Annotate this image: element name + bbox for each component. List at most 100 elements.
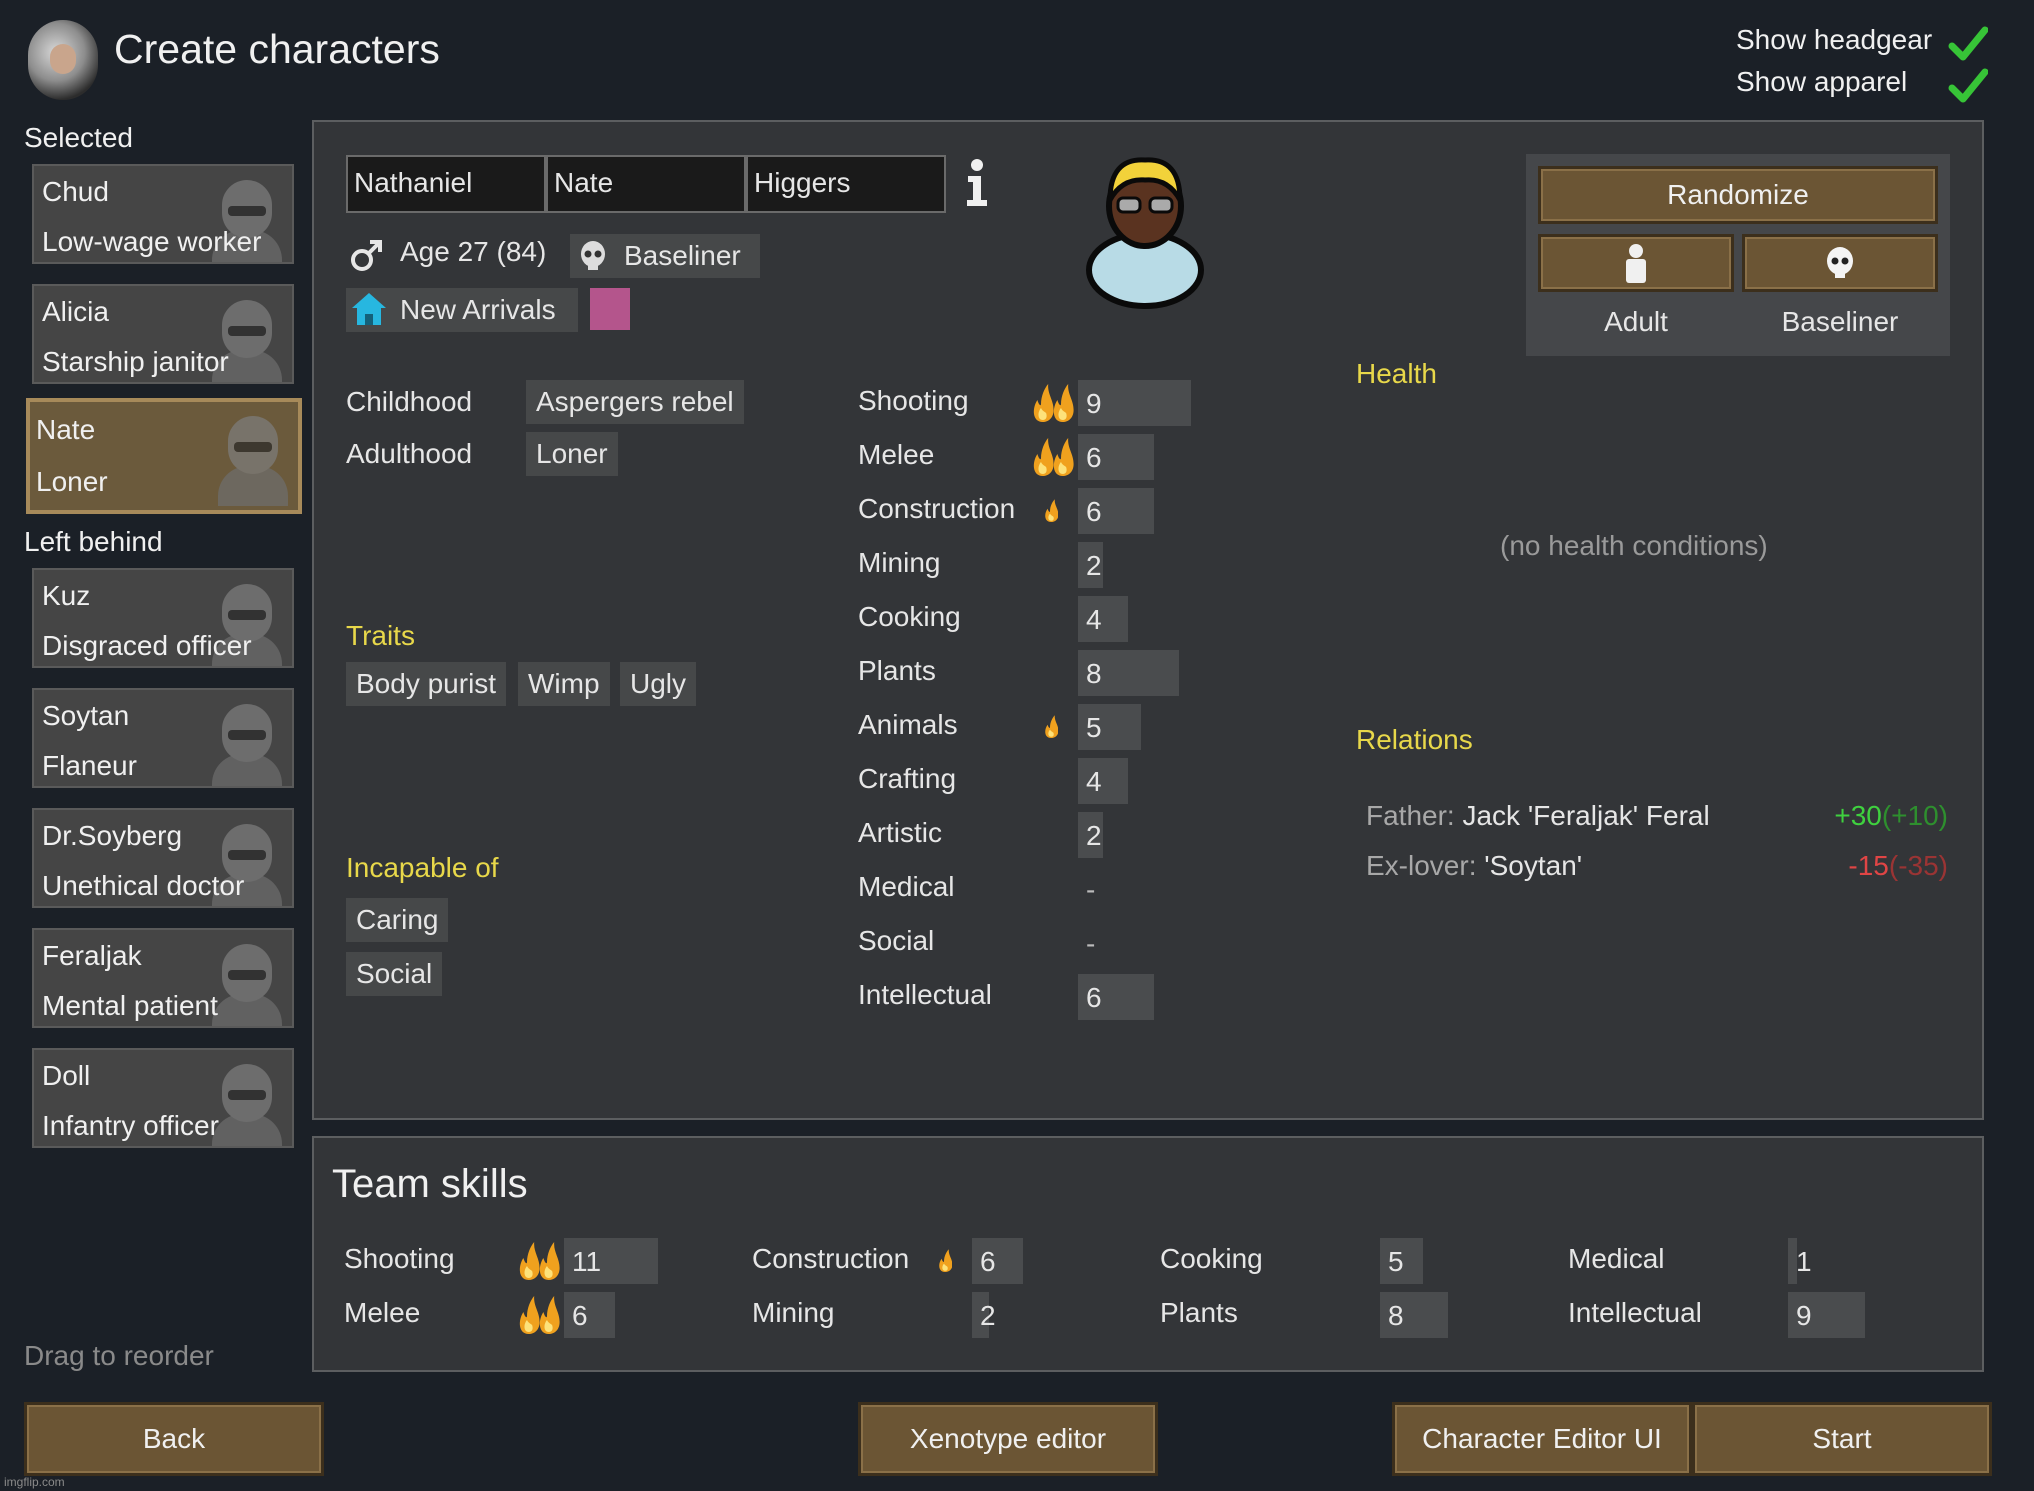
team-skill-value: 5	[1388, 1246, 1404, 1277]
pawn-name: Nate	[36, 414, 96, 445]
relations-label: Relations	[1356, 724, 1473, 755]
incapable-chip: Social	[346, 952, 443, 996]
skill-name: Cooking	[858, 601, 961, 632]
minor-passion-flame-icon[interactable]	[1044, 498, 1059, 522]
development-stage-button[interactable]	[1538, 234, 1734, 292]
skill-name: Social	[858, 925, 935, 956]
team-skills-panel	[312, 1136, 1984, 1372]
back-button[interactable]: Back	[24, 1402, 324, 1476]
faction-label: New Arrivals	[400, 294, 556, 325]
pawn-card[interactable]: Soytan Flaneur	[32, 688, 294, 788]
pawn-card[interactable]: Kuz Disgraced officer	[32, 568, 294, 668]
skill-name: Artistic	[858, 817, 942, 848]
trait-chip[interactable]: Body purist	[346, 662, 507, 706]
passion-indicator[interactable]	[1044, 498, 1059, 527]
relation-row[interactable]: Ex-lover: 'Soytan'	[1366, 850, 1582, 882]
team-skill-name: Cooking	[1160, 1243, 1263, 1274]
pawn-card[interactable]: Doll Infantry officer	[32, 1048, 294, 1148]
astronaut-logo-icon	[28, 20, 98, 100]
team-skills-title: Team skills	[332, 1162, 528, 1206]
trait-chip[interactable]: Ugly	[620, 662, 697, 706]
passion-indicator[interactable]	[1032, 382, 1076, 427]
pawn-card[interactable]: Feraljak Mental patient	[32, 928, 294, 1028]
major-passion-flame-icon[interactable]	[518, 1240, 562, 1280]
pawn-card[interactable]: Chud Low-wage worker	[32, 164, 294, 264]
last-name-input[interactable]: Higgers	[746, 155, 946, 213]
first-name-input[interactable]: Nathaniel	[346, 155, 546, 213]
team-skill-name: Plants	[1160, 1297, 1238, 1328]
skill-name: Mining	[858, 547, 941, 578]
pawn-card[interactable]: Dr.Soyberg Unethical doctor	[32, 808, 294, 908]
xenotype-selector-label: Baseliner	[1781, 306, 1899, 337]
pawn-name: Alicia	[42, 296, 109, 327]
passion-indicator[interactable]	[1032, 436, 1076, 481]
age-label[interactable]: Age 27 (84)	[400, 236, 546, 268]
randomize-button[interactable]: Randomize	[1538, 166, 1938, 224]
minor-passion-flame-icon[interactable]	[938, 1248, 953, 1272]
development-stage-label: Adult	[1604, 306, 1668, 337]
passion-indicator[interactable]	[1044, 714, 1059, 743]
team-passion-indicator	[518, 1294, 562, 1339]
male-gender-icon	[351, 240, 382, 271]
pawn-name: Doll	[42, 1060, 91, 1091]
team-passion-indicator	[938, 1248, 953, 1277]
pawn-portrait	[212, 1056, 282, 1146]
pawn-role: Flaneur	[42, 750, 137, 781]
start-button[interactable]: Start	[1692, 1402, 1992, 1476]
left-behind-section-label: Left behind	[24, 526, 163, 557]
skill-name: Melee	[858, 439, 935, 470]
baseliner-skull-icon	[581, 241, 605, 270]
show-headgear-label: Show headgear	[1736, 24, 1933, 55]
pawn-card[interactable]: Nate Loner	[26, 398, 302, 514]
show-apparel-checkbox[interactable]	[1948, 66, 1988, 106]
team-skill-value: 1	[1796, 1246, 1812, 1277]
skill-name: Medical	[858, 871, 955, 902]
major-passion-flame-icon[interactable]	[518, 1294, 562, 1334]
skill-name: Plants	[858, 655, 936, 686]
skill-value: 6	[1086, 982, 1102, 1013]
pawn-role: Loner	[36, 466, 108, 497]
traits-label: Traits	[346, 620, 415, 651]
relation-opinion: -15(-35)	[1848, 850, 1948, 881]
pawn-role: Unethical doctor	[42, 870, 245, 901]
health-label: Health	[1356, 358, 1437, 389]
skill-name: Animals	[858, 709, 958, 740]
adulthood-backstory-chip[interactable]: Loner	[526, 432, 618, 476]
skill-name: Crafting	[858, 763, 957, 794]
skill-value: 6	[1086, 496, 1102, 527]
relation-name: Jack 'Feraljak' Feral	[1462, 800, 1710, 831]
skill-value: 8	[1086, 658, 1102, 689]
skill-name: Construction	[858, 493, 1016, 524]
team-passion-indicator	[518, 1240, 562, 1285]
major-passion-flame-icon[interactable]	[1032, 436, 1076, 476]
selected-section-label: Selected	[24, 122, 133, 153]
nickname-input[interactable]: Nate	[546, 155, 746, 213]
show-headgear-checkbox[interactable]	[1948, 24, 1988, 64]
team-skill-name: Construction	[752, 1243, 910, 1274]
team-skill-value: 8	[1388, 1300, 1404, 1331]
adulthood-label: Adulthood	[346, 438, 473, 469]
skill-value: -	[1086, 874, 1096, 905]
relation-row[interactable]: Father: Jack 'Feraljak' Feral	[1366, 800, 1710, 832]
baseliner-skull-icon	[1827, 247, 1853, 278]
trait-chip[interactable]: Wimp	[518, 662, 610, 706]
team-skill-value: 6	[980, 1246, 996, 1277]
pawn-portrait	[212, 936, 282, 1026]
character-editor-ui-button[interactable]: Character Editor UI	[1392, 1402, 1692, 1476]
faction-color-swatch[interactable]	[590, 288, 630, 330]
major-passion-flame-icon[interactable]	[1032, 382, 1076, 422]
info-icon[interactable]	[962, 158, 992, 208]
pawn-card[interactable]: Alicia Starship janitor	[32, 284, 294, 384]
pawn-name: Dr.Soyberg	[42, 820, 183, 851]
xenotype-editor-button[interactable]: Xenotype editor	[858, 1402, 1158, 1476]
character-avatar	[1086, 157, 1204, 309]
childhood-backstory-chip[interactable]: Aspergers rebel	[526, 380, 744, 424]
show-apparel-label: Show apparel	[1736, 66, 1908, 97]
relation-name: 'Soytan'	[1484, 850, 1583, 881]
minor-passion-flame-icon[interactable]	[1044, 714, 1059, 738]
home-faction-icon	[352, 293, 386, 325]
incapable-of-label: Incapable of	[346, 852, 499, 883]
pawn-portrait	[218, 408, 288, 506]
team-skill-value: 9	[1796, 1300, 1812, 1331]
xenotype-button[interactable]	[1742, 234, 1938, 292]
